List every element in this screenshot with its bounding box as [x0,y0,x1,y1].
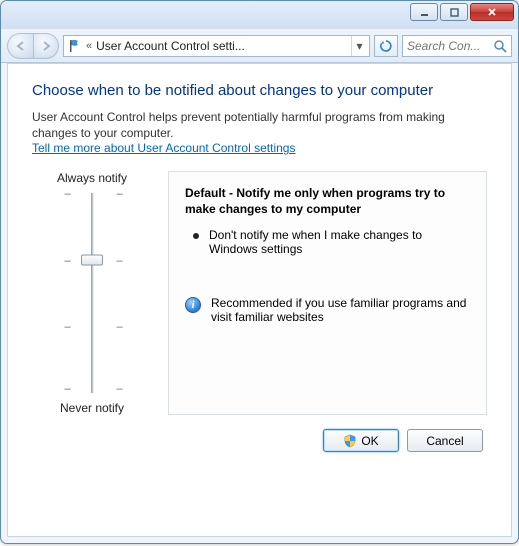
address-dropdown-icon[interactable]: ▾ [351,36,367,56]
description-panel: Default - Notify me only when programs t… [168,171,487,415]
level-title: Default - Notify me only when programs t… [185,186,470,217]
search-icon [493,39,507,53]
ok-button-label: OK [361,434,378,448]
uac-shield-icon [343,434,357,448]
bullet-icon [193,233,199,239]
content-pane: Choose when to be notified about changes… [7,63,512,537]
slider-top-label: Always notify [57,171,127,185]
nav-forward-button[interactable] [33,33,59,59]
ok-button[interactable]: OK [323,429,399,452]
notification-slider[interactable]: –– –– –– –– [62,193,122,393]
close-button[interactable] [470,3,514,21]
help-link[interactable]: Tell me more about User Account Control … [32,141,295,155]
cancel-button-label: Cancel [426,434,463,448]
titlebar [1,1,518,29]
info-icon: i [185,297,201,313]
control-panel-flag-icon [68,39,82,53]
level-bullet-text: Don't notify me when I make changes to W… [209,228,470,256]
page-intro: User Account Control helps prevent poten… [32,109,487,141]
uac-settings-window: « User Account Control setti... ▾ Choose… [0,0,519,544]
cancel-button[interactable]: Cancel [407,429,483,452]
address-bar[interactable]: « User Account Control setti... ▾ [63,35,370,57]
navigation-bar: « User Account Control setti... ▾ [1,29,518,63]
minimize-button[interactable] [410,3,438,21]
nav-back-button[interactable] [7,33,33,59]
breadcrumb-text: User Account Control setti... [96,39,347,53]
maximize-button[interactable] [440,3,468,21]
search-input[interactable] [407,39,487,53]
slider-bottom-label: Never notify [60,401,124,415]
breadcrumb-overflow-icon: « [86,40,92,52]
recommendation-text: Recommended if you use familiar programs… [211,296,470,324]
search-box[interactable] [402,35,512,57]
slider-thumb[interactable] [81,255,103,266]
refresh-button[interactable] [374,35,398,57]
page-heading: Choose when to be notified about changes… [32,82,487,99]
